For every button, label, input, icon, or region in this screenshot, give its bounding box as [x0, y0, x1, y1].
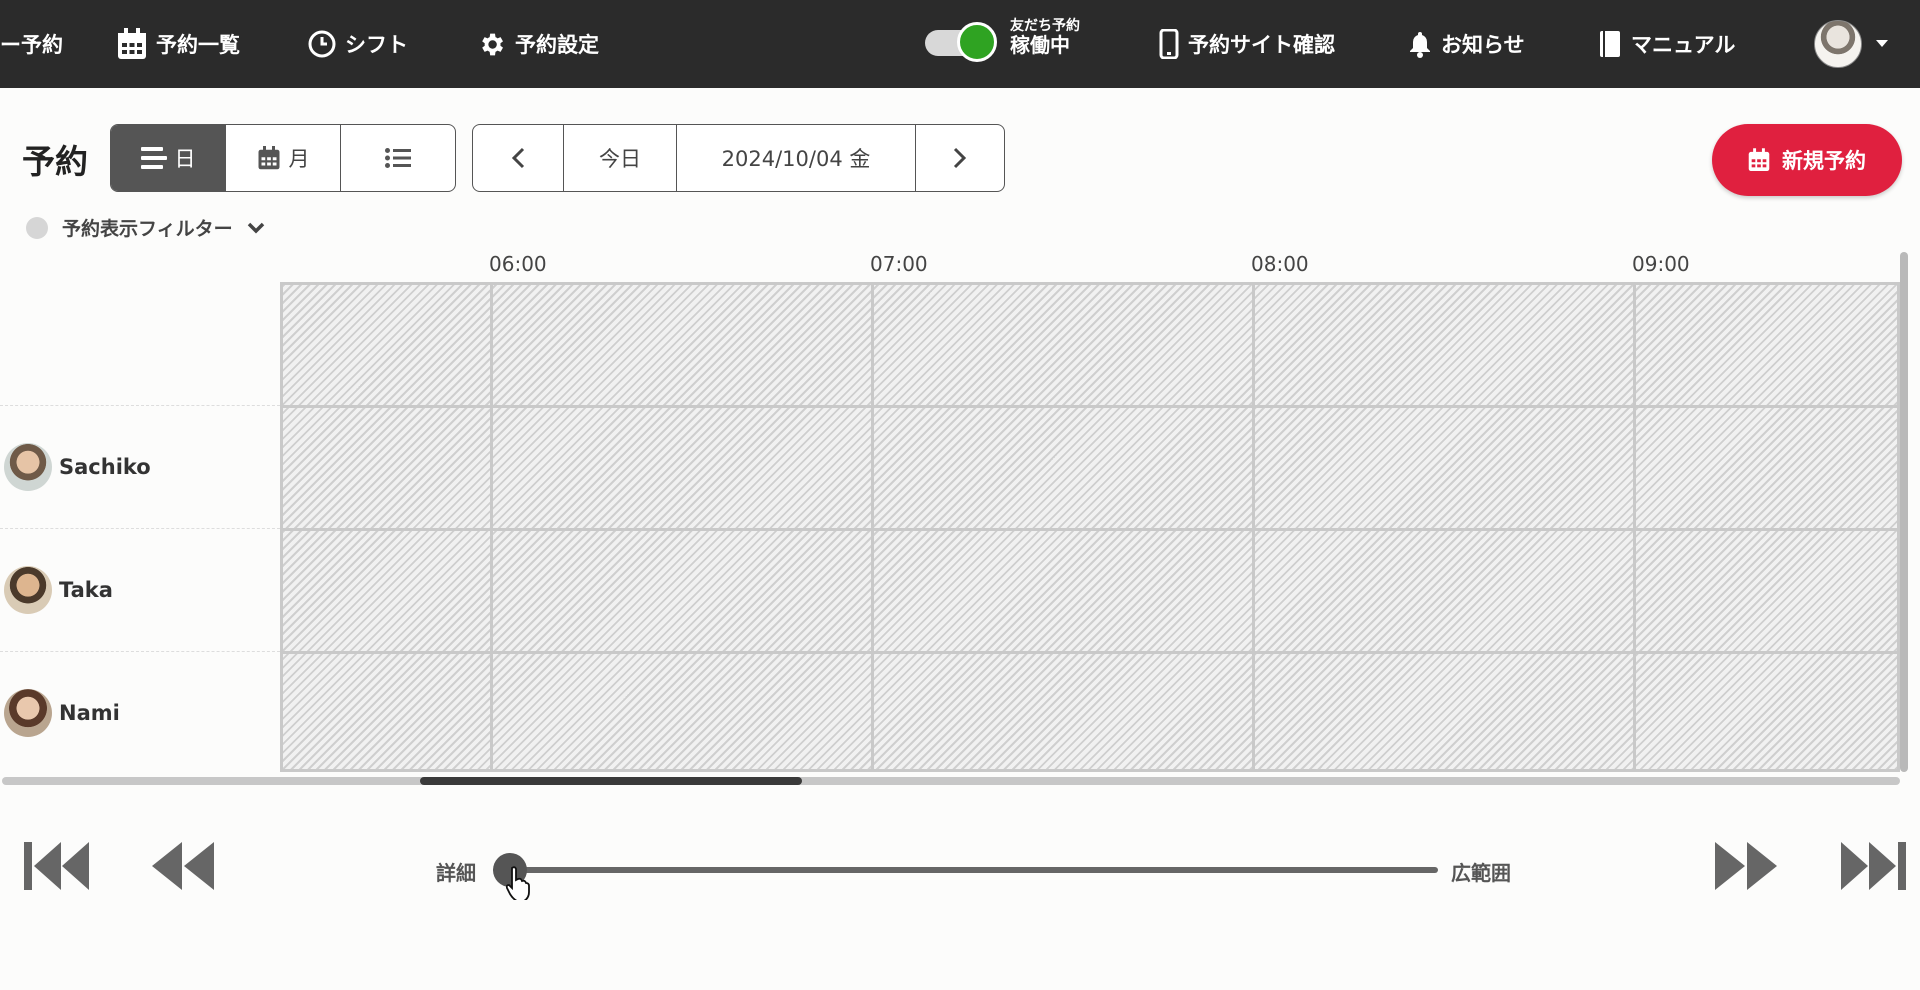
nav-item-reservation[interactable]: ー予約	[0, 0, 63, 88]
chevron-down-icon	[247, 222, 264, 233]
friend-reservation-toggle[interactable]	[925, 22, 997, 62]
hand-cursor-icon	[506, 866, 530, 900]
today-button[interactable]: 今日	[564, 125, 677, 191]
time-label: 06:00	[489, 252, 547, 276]
schedule-grid[interactable]	[280, 282, 1900, 772]
time-label: 09:00	[1632, 252, 1690, 276]
toggle-text: 友だち予約 稼働中	[1010, 18, 1080, 57]
nav-item-label: シフト	[345, 33, 408, 57]
nav-item-label: ー予約	[0, 33, 63, 57]
user-avatar[interactable]	[1814, 20, 1862, 68]
row-separator	[0, 405, 280, 406]
toggle-title: 友だち予約	[1010, 18, 1080, 34]
nav-item-label: 予約設定	[515, 33, 599, 57]
rewind-icon[interactable]	[150, 840, 216, 892]
staff-name: Nami	[59, 701, 120, 725]
grid-hour-line	[490, 285, 493, 769]
grid-row-line	[283, 651, 1897, 654]
next-day-button[interactable]	[916, 125, 1004, 191]
time-label: 07:00	[870, 252, 928, 276]
calendar-icon	[1748, 148, 1770, 171]
filter-indicator-icon	[26, 216, 48, 239]
calendar-icon	[258, 146, 279, 170]
date-navigator: 今日 2024/10/04 金	[472, 124, 1005, 192]
list-icon	[385, 148, 411, 168]
vertical-scrollbar[interactable]	[1900, 252, 1908, 772]
grid-hour-line	[871, 285, 874, 769]
filter-label: 予約表示フィルター	[62, 218, 233, 240]
zoom-max-label: 広範囲	[1451, 861, 1511, 885]
horizontal-scrollbar[interactable]	[2, 777, 1900, 785]
new-reservation-label: 新規予約	[1782, 149, 1866, 173]
staff-row-header: Nami	[4, 689, 120, 737]
chevron-down-icon[interactable]	[1876, 40, 1888, 47]
bell-icon	[1410, 32, 1430, 58]
nav-item-label: マニュアル	[1631, 33, 1736, 57]
grid-row-line	[283, 405, 1897, 408]
zoom-slider-track[interactable]	[493, 867, 1438, 873]
grid-hour-line	[1252, 285, 1255, 769]
grid-hour-line	[1633, 285, 1636, 769]
horizontal-scrollbar-thumb[interactable]	[420, 777, 802, 785]
nav-item-label: お知らせ	[1441, 33, 1525, 57]
staff-row-header: Sachiko	[4, 443, 151, 491]
view-day-label: 日	[174, 147, 196, 171]
nav-item-reservation-list[interactable]: 予約一覧	[117, 0, 240, 88]
row-separator	[0, 528, 280, 529]
toggle-status: 稼働中	[1010, 33, 1070, 58]
avatar	[4, 443, 52, 491]
view-month-label: 月	[288, 147, 310, 171]
skip-last-icon[interactable]	[1840, 840, 1906, 892]
prev-day-button[interactable]	[473, 125, 564, 191]
nav-item-site-preview[interactable]: 予約サイト確認	[1159, 0, 1335, 88]
day-list-icon	[140, 147, 167, 169]
nav-item-reservation-settings[interactable]: 予約設定	[477, 0, 599, 88]
nav-item-shift[interactable]: シフト	[308, 0, 408, 88]
page-title: 予約	[22, 142, 88, 181]
reservation-filter-toggle[interactable]: 予約表示フィルター	[26, 214, 265, 241]
top-nav-bar: ー予約 予約一覧 シフト 予約設定 友だち予約 稼働中 予約サイト確認 お知らせ…	[0, 0, 1920, 88]
chevron-left-icon	[511, 147, 525, 169]
nav-item-manual[interactable]: マニュアル	[1598, 0, 1735, 88]
book-icon	[1600, 31, 1620, 57]
fast-forward-icon[interactable]	[1713, 840, 1779, 892]
toggle-knob	[957, 22, 997, 62]
staff-name: Taka	[59, 578, 113, 602]
chevron-right-icon	[953, 147, 967, 169]
calendar-icon	[118, 28, 146, 59]
date-picker[interactable]: 2024/10/04 金	[677, 125, 916, 191]
avatar	[4, 689, 52, 737]
view-switcher: 日 月	[110, 124, 456, 192]
view-day-button[interactable]: 日	[111, 125, 226, 191]
avatar	[4, 566, 52, 614]
phone-icon	[1159, 29, 1179, 59]
view-month-button[interactable]: 月	[226, 125, 341, 191]
nav-item-notifications[interactable]: お知らせ	[1408, 0, 1525, 88]
grid-row-line	[283, 528, 1897, 531]
row-separator	[0, 651, 280, 652]
nav-item-label: 予約サイト確認	[1188, 33, 1335, 57]
staff-name: Sachiko	[59, 455, 151, 479]
staff-row-header: Taka	[4, 566, 113, 614]
nav-item-label: 予約一覧	[156, 33, 240, 57]
clock-icon	[308, 30, 336, 58]
new-reservation-button[interactable]: 新規予約	[1712, 124, 1902, 196]
time-label: 08:00	[1251, 252, 1309, 276]
zoom-min-label: 詳細	[436, 861, 476, 885]
view-list-button[interactable]	[341, 125, 455, 191]
skip-first-icon[interactable]	[24, 840, 90, 892]
gear-icon	[482, 33, 503, 55]
